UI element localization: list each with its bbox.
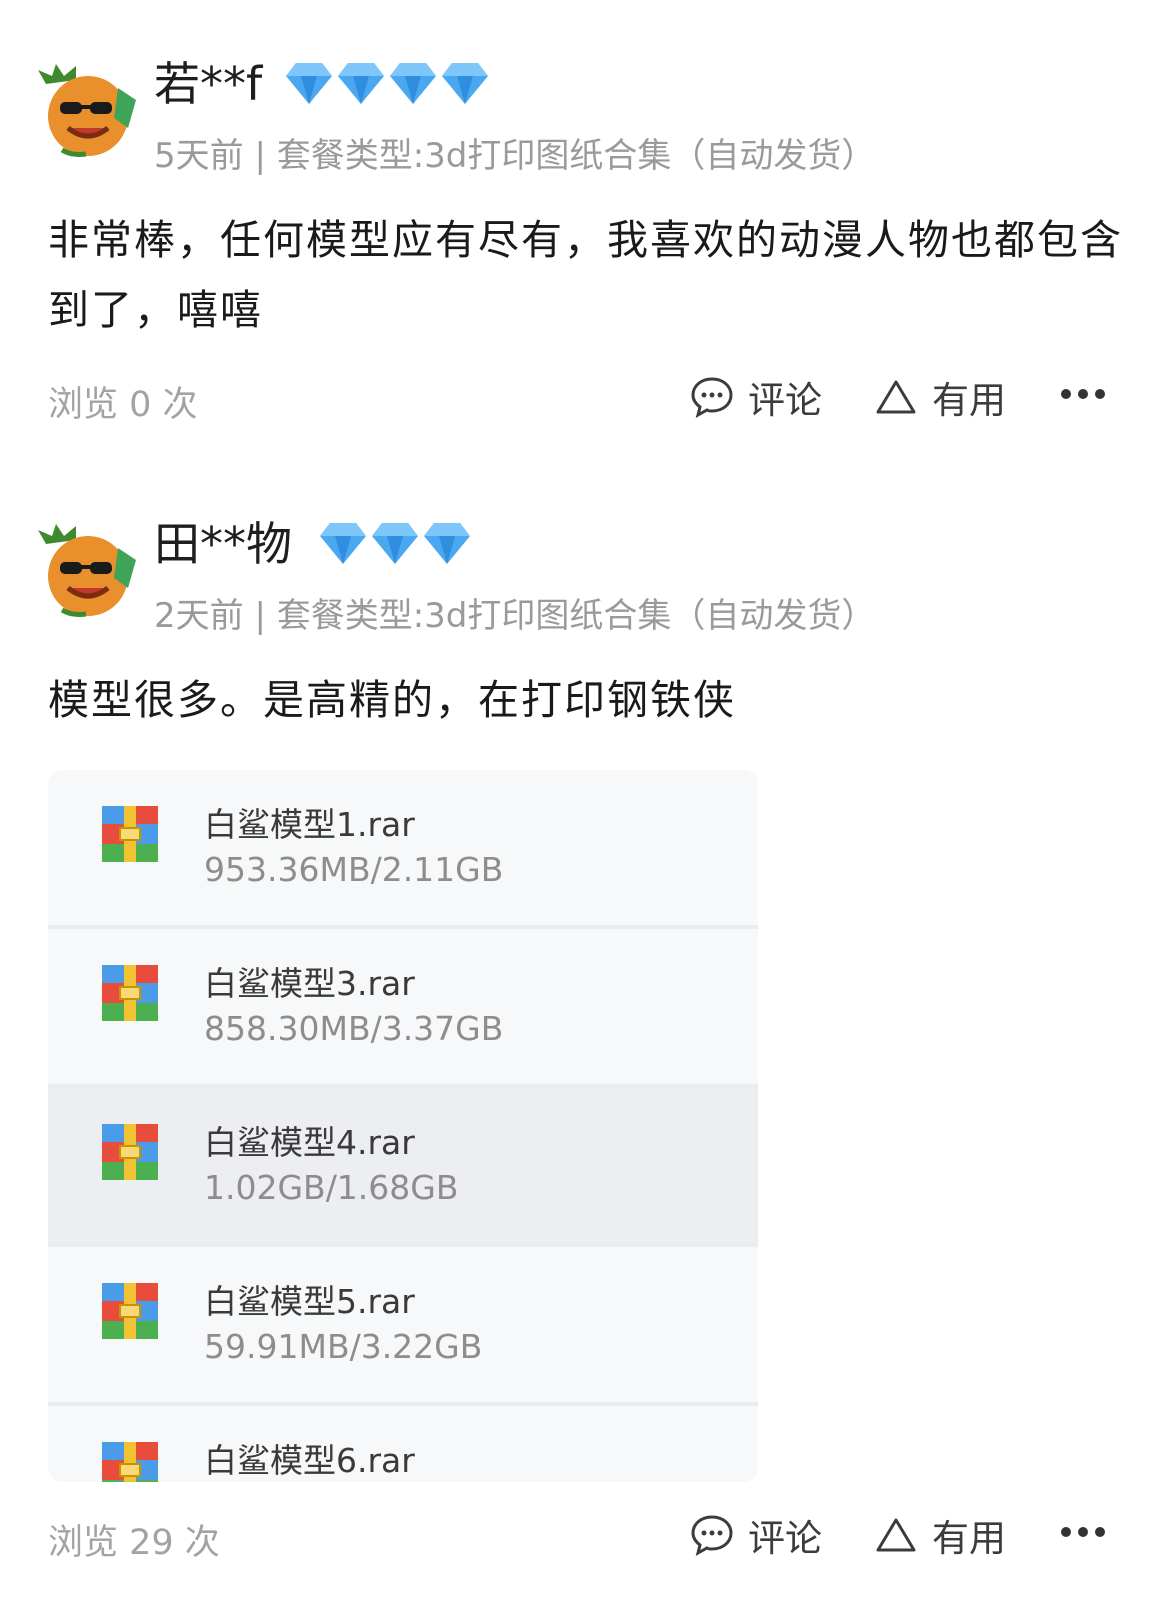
diamond-badges [318, 520, 472, 566]
file-size: 858.30MB/3.37GB [204, 1009, 504, 1048]
diamond-icon [372, 523, 418, 564]
winrar-archive-icon [102, 1442, 158, 1482]
review-content: 非常棒，任何模型应有尽有，我喜欢的动漫人物也都包含到了，嘻嘻 [48, 216, 1123, 334]
useful-label: 有用 [932, 379, 1006, 422]
comment-bubble-icon [691, 1515, 733, 1556]
file-name: 白鲨模型6.rar [204, 1441, 415, 1480]
file-size: 59.91MB/3.22GB [204, 1327, 483, 1366]
review-content: 模型很多。是高精的，在打印钢铁侠 [48, 676, 736, 724]
file-size: 1.02GB/1.68GB [204, 1168, 459, 1207]
review-action-bar: 浏览 29 次 评论 有用 [0, 1508, 1169, 1568]
more-dots-icon[interactable] [1058, 384, 1108, 404]
diamond-icon [424, 523, 470, 564]
avatar-icon[interactable] [32, 58, 138, 158]
view-count: 浏览 29 次 [48, 1523, 220, 1563]
file-size: 953.36MB/2.11GB [204, 850, 504, 889]
comment-label: 评论 [748, 379, 822, 422]
winrar-archive-icon [102, 806, 158, 862]
diamond-badges [284, 60, 490, 106]
file-name: 白鲨模型4.rar [204, 1123, 415, 1162]
triangle-thumb-icon [876, 380, 916, 414]
view-count: 浏览 0 次 [48, 385, 198, 425]
file-row: 白鲨模型1.rar 953.36MB/2.11GB [48, 770, 758, 929]
comment-button[interactable]: 评论 [690, 370, 822, 424]
file-row-selected: 白鲨模型4.rar 1.02GB/1.68GB [48, 1088, 758, 1247]
diamond-icon [286, 63, 332, 104]
diamond-icon [338, 63, 384, 104]
review-meta: 2天前 | 套餐类型:3d打印图纸合集（自动发货） [154, 596, 876, 636]
comment-label: 评论 [748, 1517, 822, 1560]
review-action-bar: 浏览 0 次 评论 有用 [0, 370, 1169, 430]
file-name: 白鲨模型5.rar [204, 1282, 415, 1321]
winrar-archive-icon [102, 1283, 158, 1339]
attached-image-file-list[interactable]: 白鲨模型1.rar 953.36MB/2.11GB 白鲨模型3.rar 858.… [48, 770, 758, 1482]
comment-button[interactable]: 评论 [690, 1508, 822, 1562]
winrar-archive-icon [102, 965, 158, 1021]
diamond-icon [442, 63, 488, 104]
file-name: 白鲨模型3.rar [204, 964, 415, 1003]
file-row: 白鲨模型5.rar 59.91MB/3.22GB [48, 1247, 758, 1406]
file-row: 白鲨模型6.rar [48, 1406, 758, 1482]
username: 田**物 [154, 517, 292, 571]
review-meta: 5天前 | 套餐类型:3d打印图纸合集（自动发货） [154, 136, 876, 176]
useful-button[interactable]: 有用 [874, 1508, 1006, 1562]
useful-button[interactable]: 有用 [874, 370, 1006, 424]
file-row: 白鲨模型3.rar 858.30MB/3.37GB [48, 929, 758, 1088]
triangle-thumb-icon [876, 1518, 916, 1552]
winrar-archive-icon [102, 1124, 158, 1180]
diamond-icon [390, 63, 436, 104]
avatar-icon[interactable] [32, 518, 138, 618]
useful-label: 有用 [932, 1517, 1006, 1560]
more-dots-icon[interactable] [1058, 1522, 1108, 1542]
username: 若**f [154, 57, 263, 111]
diamond-icon [320, 523, 366, 564]
file-name: 白鲨模型1.rar [204, 805, 415, 844]
comment-bubble-icon [691, 377, 733, 418]
